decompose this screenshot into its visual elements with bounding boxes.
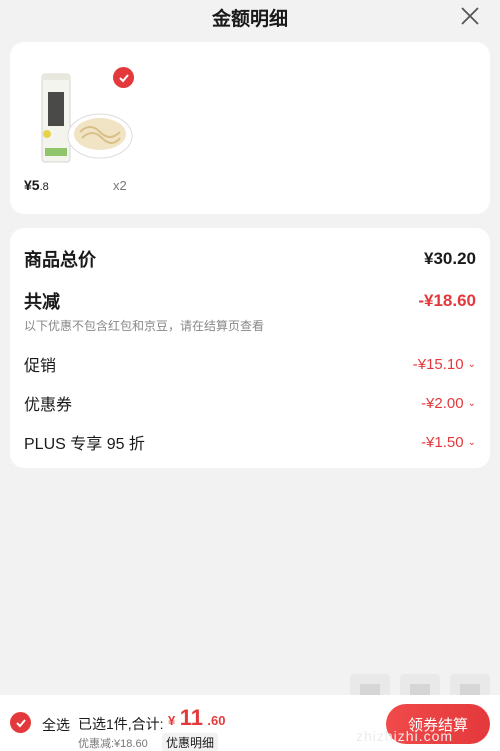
close-icon[interactable] <box>460 6 480 26</box>
selected-summary: 已选1件,合计: <box>78 716 164 732</box>
watermark-text: zhizhizhi.com <box>356 728 454 744</box>
total-reduce-row: 共减 -¥18.60 <box>24 288 476 314</box>
total-currency: ¥ <box>168 713 176 728</box>
promo-value: -¥15.10 <box>412 355 464 373</box>
page-title: 金额明细 <box>211 9 288 30</box>
promo-value-wrap: -¥15.10 ⌄ <box>413 356 476 373</box>
total-reduce-value: -¥18.60 <box>418 291 476 310</box>
plus-row[interactable]: PLUS 专享 95 折 -¥1.50 ⌄ <box>24 430 476 454</box>
product-price-int: ¥5 <box>24 177 40 193</box>
product-quantity: x2 <box>113 178 127 193</box>
coupon-row[interactable]: 优惠券 -¥2.00 ⌄ <box>24 391 476 415</box>
summary-card: 商品总价 ¥30.20 共减 -¥18.60 以下优惠不包含红包和京豆，请在结算… <box>10 228 490 468</box>
product-price: ¥5.8 <box>24 177 49 193</box>
plus-value: -¥1.50 <box>421 433 464 451</box>
select-all-label[interactable]: 全选 <box>42 715 70 735</box>
discount-detail-button[interactable]: 优惠明细 <box>162 733 219 751</box>
total-price-label: 商品总价 <box>24 250 96 270</box>
discount-amount: 优惠减:¥18.60 <box>78 738 148 750</box>
total-amount: ¥ 11 .60 <box>168 705 225 731</box>
total-reduce-label: 共减 <box>24 292 60 312</box>
chevron-down-icon[interactable]: ⌄ <box>468 398 476 409</box>
coupon-value: -¥2.00 <box>421 394 464 412</box>
coupon-label: 优惠券 <box>24 397 73 414</box>
promo-label: 促销 <box>24 358 57 375</box>
total-dec: .60 <box>207 713 226 728</box>
select-all-check-icon[interactable] <box>10 712 31 733</box>
total-price-row: 商品总价 ¥30.20 <box>24 246 476 272</box>
chevron-down-icon[interactable]: ⌄ <box>468 359 476 370</box>
coupon-value-wrap: -¥2.00 ⌄ <box>421 395 476 412</box>
plus-label: PLUS 专享 95 折 <box>24 436 145 453</box>
promo-row[interactable]: 促销 -¥15.10 ⌄ <box>24 352 476 376</box>
chevron-down-icon[interactable]: ⌄ <box>468 437 476 448</box>
plus-value-wrap: -¥1.50 ⌄ <box>421 434 476 451</box>
product-card: ¥5.8 x2 <box>10 42 490 214</box>
total-price-value: ¥30.20 <box>424 249 476 268</box>
discount-note: 以下优惠不包含红包和京豆，请在结算页查看 <box>24 319 265 333</box>
product-check-icon[interactable] <box>113 67 134 88</box>
total-int: 11 <box>179 705 203 730</box>
product-price-dec: .8 <box>39 181 49 193</box>
header: 金额明细 <box>0 0 500 36</box>
